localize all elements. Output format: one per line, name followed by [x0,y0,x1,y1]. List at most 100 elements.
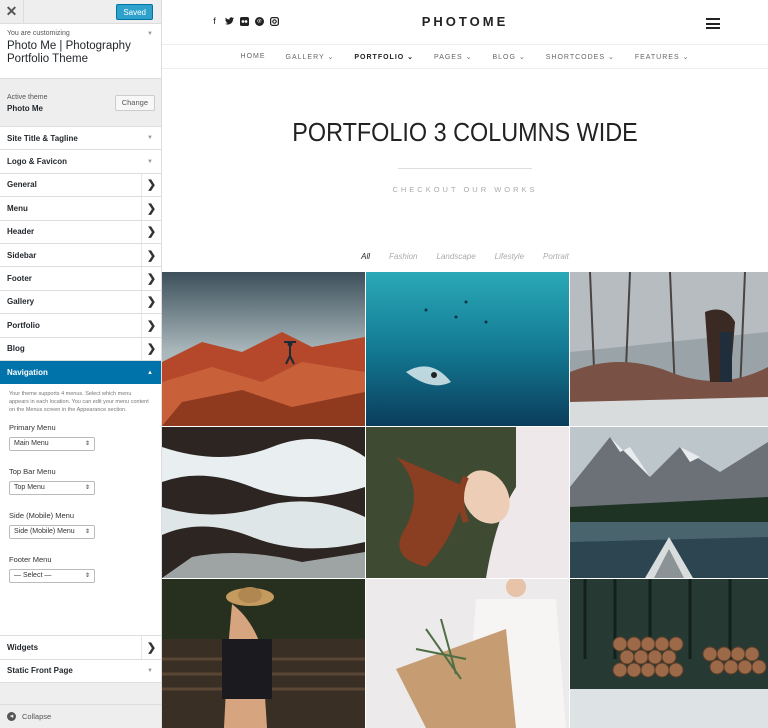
section-label: Widgets [7,642,39,652]
nav-item-gallery[interactable]: GALLERY ⌄ [286,53,335,61]
portfolio-image [366,579,569,728]
main-navigation: HOME GALLERY ⌄ PORTFOLIO ⌄ PAGES ⌄ BLOG … [162,45,768,69]
portfolio-item[interactable] [366,579,569,728]
caret-down-icon[interactable]: ▼ [147,31,153,37]
section-label: Navigation [7,368,48,378]
portfolio-image [570,427,768,578]
top-bar-menu-select[interactable]: Top Menu ⇕ [9,481,95,496]
portfolio-item[interactable] [162,272,365,426]
portfolio-item[interactable] [366,272,569,426]
page-title: PORTFOLIO 3 COLUMNS WIDE [292,117,638,147]
hamburger-menu-icon[interactable] [706,18,720,32]
customizing-label: You are customizing [7,30,70,37]
portfolio-image [162,579,365,728]
filter-lifestyle[interactable]: Lifestyle [495,252,524,261]
menu-location-label: Top Bar Menu [9,467,56,477]
select-value: Side (Mobile) Menu [14,528,75,536]
portfolio-filters: All Fashion Landscape Lifestyle Portrait [162,252,768,261]
caret-down-icon: ▼ [147,158,153,165]
chevron-right-icon: ❯ [141,243,161,267]
section-gallery[interactable]: Gallery ❯ [0,290,161,315]
caret-down-icon: ▼ [147,667,153,674]
nav-item-features[interactable]: FEATURES ⌄ [635,53,690,61]
section-label: Static Front Page [7,666,73,676]
section-site-title-tagline[interactable]: Site Title & Tagline ▼ [0,127,161,151]
menu-location-label: Footer Menu [9,555,52,565]
portfolio-image [366,272,569,426]
portfolio-grid [162,272,768,728]
customizer-info[interactable]: You are customizing Photo Me | Photograp… [0,24,161,79]
select-arrows-icon: ⇕ [84,529,90,536]
collapse-icon: ◂ [7,712,16,721]
section-label: Site Title & Tagline [7,133,78,143]
section-label: Gallery [7,297,35,307]
site-logo[interactable]: PHOTOME [162,14,768,29]
navigation-panel: Your theme supports 4 menus. Select whic… [0,384,161,637]
section-blog[interactable]: Blog ❯ [0,337,161,361]
site-title: Photo Me | Photography Portfolio Theme [7,40,131,65]
select-arrows-icon: ⇕ [84,573,90,580]
caret-down-icon: ▼ [147,135,153,142]
section-label: Menu [7,203,28,213]
chevron-right-icon: ❯ [141,220,161,243]
select-value: Main Menu [14,440,49,448]
filter-all[interactable]: All [361,252,370,261]
site-header: f PHOTOME [162,0,768,45]
title-divider [398,168,532,169]
portfolio-image [162,272,365,426]
portfolio-image [366,427,569,578]
select-value: Top Menu [14,484,45,492]
section-sidebar[interactable]: Sidebar ❯ [0,243,161,268]
portfolio-item[interactable] [570,427,768,578]
portfolio-image [570,579,768,728]
section-static-front-page[interactable]: Static Front Page ▼ [0,659,161,684]
footer-menu-select[interactable]: — Select — ⇕ [9,569,95,584]
customizer-sidebar: ✕ Saved You are customizing Photo Me | P… [0,0,162,728]
section-header[interactable]: Header ❯ [0,220,161,244]
collapse-button[interactable]: ◂ Collapse [0,704,161,728]
section-label: Sidebar [7,250,37,260]
section-label: Header [7,227,35,237]
select-value: — Select — [14,572,52,580]
saved-button[interactable]: Saved [116,4,153,20]
nav-item-portfolio[interactable]: PORTFOLIO ⌄ [354,53,414,61]
change-theme-button[interactable]: Change [114,95,155,111]
page-subtitle: CHECKOUT OUR WORKS [392,185,538,194]
select-arrows-icon: ⇕ [84,441,90,448]
portfolio-image [570,272,768,426]
portfolio-item[interactable] [570,272,768,426]
nav-item-shortcodes[interactable]: SHORTCODES ⌄ [546,53,615,61]
section-menu[interactable]: Menu ❯ [0,197,161,221]
section-label: General [7,180,37,190]
section-logo-favicon[interactable]: Logo & Favicon ▼ [0,150,161,174]
nav-item-pages[interactable]: PAGES ⌄ [434,53,472,61]
section-widgets[interactable]: Widgets ❯ [0,636,161,660]
section-label: Blog [7,344,25,354]
filter-fashion[interactable]: Fashion [389,252,417,261]
nav-item-home[interactable]: HOME [241,53,266,60]
section-label: Logo & Favicon [7,157,67,167]
section-footer[interactable]: Footer ❯ [0,267,161,291]
section-navigation[interactable]: Navigation ▲ [0,360,161,385]
section-general[interactable]: General ❯ [0,173,161,198]
customizer-header: ✕ Saved [0,0,161,24]
portfolio-item[interactable] [162,427,365,578]
portfolio-item[interactable] [570,579,768,728]
close-icon[interactable]: ✕ [0,0,24,23]
chevron-right-icon: ❯ [141,173,161,197]
primary-menu-select[interactable]: Main Menu ⇕ [9,437,95,452]
section-label: Footer [7,274,32,284]
nav-item-blog[interactable]: BLOG ⌄ [492,53,525,61]
section-label: Portfolio [7,320,40,330]
portfolio-item[interactable] [162,579,365,728]
portfolio-item[interactable] [366,427,569,578]
side-mobile-menu-select[interactable]: Side (Mobile) Menu ⇕ [9,525,95,540]
active-theme-panel: Active theme Photo Me Change [0,79,161,127]
section-portfolio[interactable]: Portfolio ❯ [0,314,161,338]
select-arrows-icon: ⇕ [84,485,90,492]
navigation-description: Your theme supports 4 menus. Select whic… [9,391,149,414]
chevron-right-icon: ❯ [141,197,161,220]
site-preview: f PHOTOME HOME GALLERY ⌄ PORTFOLIO ⌄ PAG… [162,0,768,728]
filter-landscape[interactable]: Landscape [437,252,476,261]
filter-portrait[interactable]: Portrait [543,252,569,261]
